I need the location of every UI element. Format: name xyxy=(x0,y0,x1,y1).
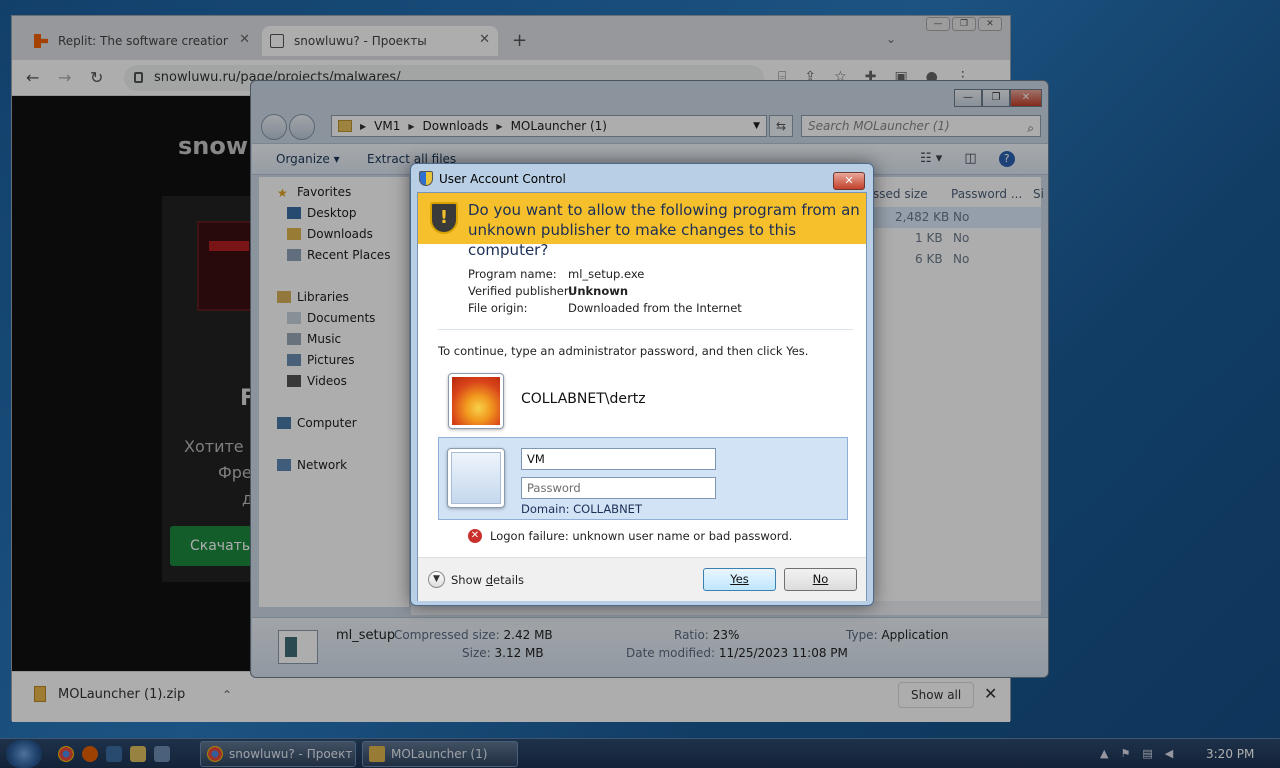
uac-dialog: User Account Control ✕ Do you want to al… xyxy=(410,163,874,606)
yes-label: Yes xyxy=(730,572,749,586)
label-part: etails xyxy=(493,572,525,587)
program-name-row: Program name: ml_setup.exe xyxy=(468,267,644,281)
no-button[interactable]: No xyxy=(784,568,857,591)
chevron-down-icon: ▼ xyxy=(428,571,445,588)
logon-error: ✕ Logon failure: unknown user name or ba… xyxy=(468,529,792,543)
publisher-value: Unknown xyxy=(568,284,629,298)
uac-body: Do you want to allow the following progr… xyxy=(417,192,867,601)
origin-row: File origin: Downloaded from the Interne… xyxy=(468,301,742,315)
dialog-footer: ▼ Show details Yes No xyxy=(418,557,866,601)
error-icon: ✕ xyxy=(468,529,482,543)
close-button[interactable]: ✕ xyxy=(833,172,865,190)
publisher-row: Verified publisher: Unknown xyxy=(468,284,628,298)
account-name: COLLABNET\dertz xyxy=(521,391,646,407)
program-name-label: Program name: xyxy=(468,267,557,281)
warning-banner: Do you want to allow the following progr… xyxy=(418,193,866,259)
origin-value: Downloaded from the Internet xyxy=(568,301,742,315)
show-details-button[interactable]: ▼ Show details xyxy=(428,571,524,588)
access-key: d xyxy=(485,572,493,587)
uac-shield-icon xyxy=(419,171,433,186)
no-label: No xyxy=(812,572,829,586)
uac-question: Do you want to allow the following progr… xyxy=(468,201,860,259)
username-field[interactable] xyxy=(521,448,716,470)
dialog-title: User Account Control xyxy=(439,171,566,186)
uac-titlebar: User Account Control xyxy=(419,171,566,186)
label-part: Show xyxy=(451,572,486,587)
origin-label: File origin: xyxy=(468,301,528,315)
yes-button[interactable]: Yes xyxy=(703,568,776,591)
user-avatar[interactable] xyxy=(448,373,504,429)
warning-shield-icon xyxy=(430,202,458,234)
divider xyxy=(438,329,853,330)
credential-prompt: To continue, type an administrator passw… xyxy=(438,344,809,358)
other-user-avatar xyxy=(447,448,505,508)
show-details-label: Show details xyxy=(451,573,524,587)
program-name-value: ml_setup.exe xyxy=(568,267,645,281)
publisher-label: Verified publisher: xyxy=(468,284,573,298)
password-field[interactable] xyxy=(521,477,716,499)
error-text: Logon failure: unknown user name or bad … xyxy=(490,529,793,543)
domain-label: Domain: COLLABNET xyxy=(521,502,642,516)
credential-tile[interactable]: Domain: COLLABNET xyxy=(438,437,848,520)
